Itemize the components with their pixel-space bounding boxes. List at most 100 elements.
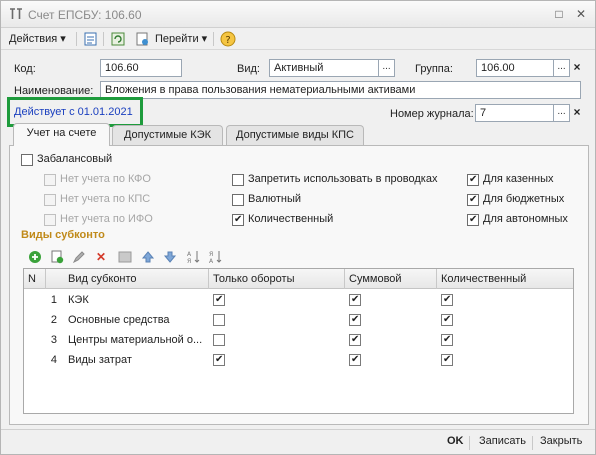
row-turnover-checkbox[interactable] (213, 334, 225, 346)
row-sum-checkbox[interactable] (349, 314, 361, 326)
goto-label: Перейти (155, 33, 199, 45)
maximize-icon[interactable]: □ (552, 7, 566, 21)
kind-label: Вид: (237, 63, 260, 75)
for-state-label: Для казенных (483, 173, 554, 185)
name-field[interactable]: Вложения в права пользования нематериаль… (100, 81, 581, 99)
save-button[interactable]: Записать (479, 435, 526, 447)
for-state-checkbox[interactable] (467, 174, 479, 186)
no-ifo-label: Нет учета по ИФО (60, 213, 153, 225)
col-header-kind[interactable]: Вид субконто (64, 269, 209, 289)
tab-kek[interactable]: Допустимые КЭК (112, 125, 223, 145)
no-kfo-checkbox[interactable] (44, 174, 56, 186)
subconto-section-title: Виды субконто (21, 229, 105, 241)
copy-doc-icon[interactable] (134, 31, 150, 47)
toolbar: Действия ▾ Перейти ▾ ? (1, 28, 595, 50)
table-row[interactable]: 1 КЭК (24, 290, 573, 310)
bottom-bar: OK Записать Закрыть (1, 429, 595, 454)
effective-date-link[interactable]: Действует с 01.01.2021 (14, 106, 133, 118)
group-clear-button[interactable]: × (570, 59, 584, 77)
refresh-icon[interactable] (110, 31, 126, 47)
journal-clear-button[interactable]: × (570, 104, 584, 122)
group-select-button[interactable]: ... (553, 59, 570, 77)
col-header-n[interactable]: N (24, 269, 46, 289)
move-down-icon[interactable] (163, 250, 177, 264)
title-bar: Счет ЕПСБУ: 106.60 □ ✕ (1, 1, 595, 28)
row-subconto-kind[interactable]: Центры материальной о... (64, 330, 209, 350)
journal-label: Номер журнала: (390, 108, 474, 120)
help-icon[interactable]: ? (220, 31, 236, 47)
goto-menu[interactable]: Перейти ▾ (155, 31, 207, 47)
row-turnover-checkbox[interactable] (213, 294, 225, 306)
tab-kps-types[interactable]: Допустимые виды КПС (226, 125, 364, 145)
quantity-label: Количественный (248, 213, 334, 225)
svg-text:A: A (209, 258, 214, 264)
row-quantity-checkbox[interactable] (441, 354, 453, 366)
sort-asc-icon[interactable]: AЯ (187, 250, 201, 265)
row-quantity-checkbox[interactable] (441, 314, 453, 326)
move-up-icon[interactable] (141, 250, 155, 264)
row-sum-checkbox[interactable] (349, 354, 361, 366)
actions-label: Действия (9, 33, 58, 45)
ok-button[interactable]: OK (447, 435, 464, 447)
no-kfo-label: Нет учета по КФО (60, 173, 151, 185)
svg-text:Я: Я (187, 258, 191, 264)
delete-row-icon[interactable]: ✕ (94, 250, 108, 264)
row-sum-checkbox[interactable] (349, 294, 361, 306)
currency-checkbox[interactable] (232, 194, 244, 206)
quantity-checkbox[interactable] (232, 214, 244, 226)
bottom-separator (469, 436, 470, 450)
group-label: Группа: (415, 63, 453, 75)
forbid-entries-label: Запретить использовать в проводках (248, 173, 438, 185)
app-logo-icon (9, 7, 25, 21)
toolbar-separator (213, 32, 214, 46)
save-row-icon[interactable] (118, 250, 132, 264)
no-kps-checkbox[interactable] (44, 194, 56, 206)
row-subconto-kind[interactable]: Основные средства (64, 310, 209, 330)
row-subconto-kind[interactable]: Виды затрат (64, 350, 209, 370)
toolbar-separator (76, 32, 77, 46)
row-sum-checkbox[interactable] (349, 334, 361, 346)
no-kps-label: Нет учета по КПС (60, 193, 151, 205)
no-ifo-checkbox[interactable] (44, 214, 56, 226)
table-row[interactable]: 4 Виды затрат (24, 350, 573, 370)
table-row[interactable]: 3 Центры материальной о... (24, 330, 573, 350)
col-header-sum[interactable]: Суммовой (345, 269, 437, 289)
toolbar-separator (103, 32, 104, 46)
col-header-quantity[interactable]: Количественный (437, 269, 573, 289)
close-icon[interactable]: ✕ (574, 7, 588, 21)
code-label: Код: (14, 63, 36, 75)
actions-menu[interactable]: Действия ▾ (9, 31, 66, 47)
name-label: Наименование: (14, 85, 94, 97)
edit-row-icon[interactable] (72, 250, 86, 264)
row-turnover-checkbox[interactable] (213, 354, 225, 366)
journal-field[interactable]: 7 (475, 104, 554, 122)
journal-select-button[interactable]: ... (553, 104, 570, 122)
forbid-entries-checkbox[interactable] (232, 174, 244, 186)
sort-desc-icon[interactable]: ЯA (209, 250, 223, 265)
copy-row-icon[interactable] (50, 250, 64, 264)
for-autonomous-label: Для автономных (483, 213, 568, 225)
for-budget-checkbox[interactable] (467, 194, 479, 206)
kind-field[interactable]: Активный (269, 59, 379, 77)
for-autonomous-checkbox[interactable] (467, 214, 479, 226)
code-field[interactable]: 106.60 (100, 59, 182, 77)
subconto-table: N Вид субконто Только обороты Суммовой К… (23, 268, 574, 414)
row-quantity-checkbox[interactable] (441, 334, 453, 346)
post-icon[interactable] (83, 31, 99, 47)
off-balance-label: Забалансовый (37, 153, 113, 165)
table-row[interactable]: 2 Основные средства (24, 310, 573, 330)
close-button[interactable]: Закрыть (540, 435, 582, 447)
add-row-icon[interactable] (28, 250, 42, 264)
bottom-separator (532, 436, 533, 450)
table-header: N Вид субконто Только обороты Суммовой К… (24, 269, 573, 289)
col-header-turnover[interactable]: Только обороты (209, 269, 345, 289)
window-title: Счет ЕПСБУ: 106.60 (28, 8, 142, 22)
row-number: 4 (50, 354, 57, 366)
row-turnover-checkbox[interactable] (213, 314, 225, 326)
kind-select-button[interactable]: ... (378, 59, 395, 77)
row-quantity-checkbox[interactable] (441, 294, 453, 306)
row-subconto-kind[interactable]: КЭК (64, 290, 209, 310)
off-balance-checkbox[interactable] (21, 154, 33, 166)
tab-accounting[interactable]: Учет на счете (13, 123, 110, 146)
group-field[interactable]: 106.00 (476, 59, 554, 77)
